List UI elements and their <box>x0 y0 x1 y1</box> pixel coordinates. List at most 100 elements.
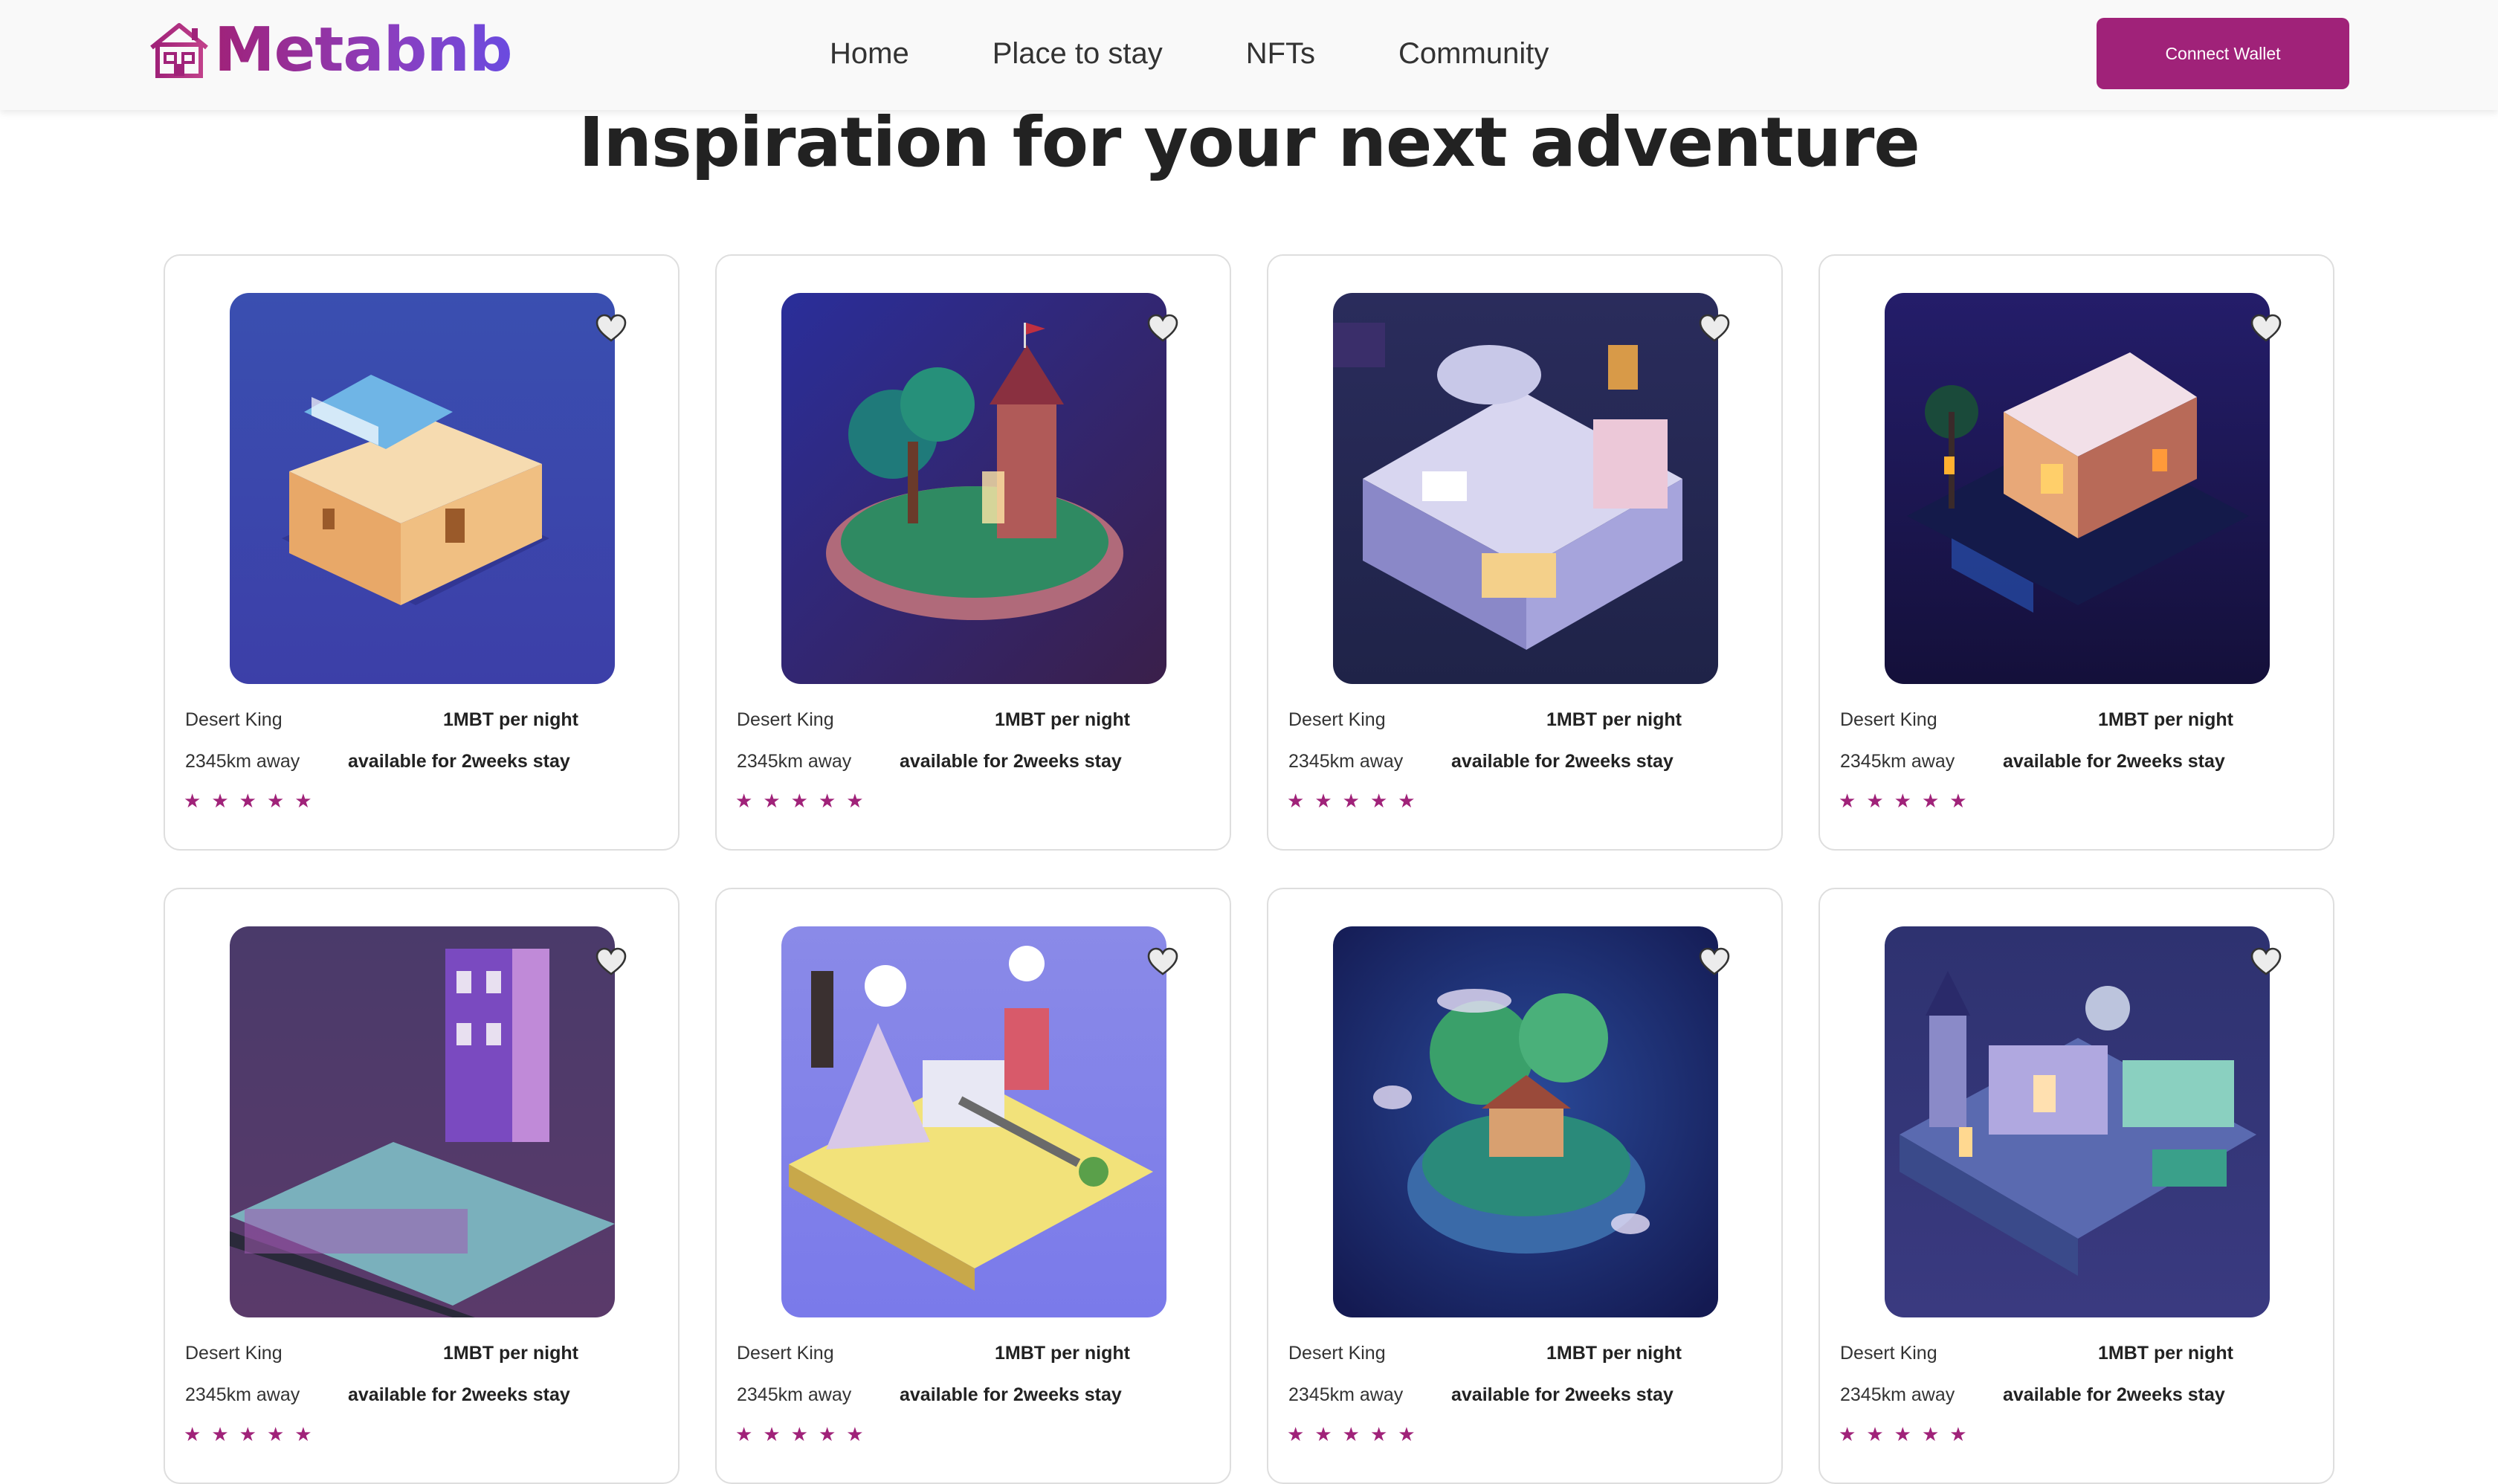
listing-name: Desert King <box>737 1343 834 1364</box>
listing-card[interactable]: Desert King 1MBT per night 2345km away a… <box>715 888 1231 1484</box>
listing-distance: 2345km away <box>185 1384 300 1405</box>
listing-card[interactable]: Desert King 1MBT per night 2345km away a… <box>715 254 1231 851</box>
nav-link-nfts[interactable]: NFTs <box>1246 37 1315 71</box>
nav-links: Home Place to stay NFTs Community <box>830 30 1549 77</box>
star-icon: ★ <box>1314 1423 1332 1445</box>
star-icon: ★ <box>1398 790 1416 812</box>
star-icon: ★ <box>1921 1423 1940 1445</box>
rating-stars: ★ ★ ★ ★ ★ <box>1839 791 1978 810</box>
listing-image[interactable] <box>781 293 1166 684</box>
star-icon: ★ <box>818 790 836 812</box>
listing-image[interactable] <box>1333 293 1718 684</box>
listing-availability: available for 2weeks stay <box>348 751 570 772</box>
star-icon: ★ <box>1894 1423 1911 1445</box>
star-icon: ★ <box>1866 790 1884 812</box>
star-icon: ★ <box>790 790 808 812</box>
listing-image[interactable] <box>1885 293 2270 684</box>
listing-name: Desert King <box>185 709 283 730</box>
listing-name: Desert King <box>1840 1343 1937 1364</box>
listing-distance: 2345km away <box>1288 751 1404 772</box>
listing-card[interactable]: Desert King 1MBT per night 2345km away a… <box>1818 254 2334 851</box>
star-icon: ★ <box>846 790 864 812</box>
listing-availability: available for 2weeks stay <box>2003 1384 2225 1405</box>
navbar: Metabnb Home Place to stay NFTs Communit… <box>0 0 2498 110</box>
star-icon: ★ <box>239 790 256 812</box>
star-icon: ★ <box>294 1423 312 1445</box>
star-icon: ★ <box>1342 1423 1360 1445</box>
listing-card[interactable]: Desert King 1MBT per night 2345km away a… <box>1818 888 2334 1484</box>
star-icon: ★ <box>211 1423 229 1445</box>
heart-icon[interactable] <box>2250 946 2282 978</box>
star-icon: ★ <box>294 790 312 812</box>
star-icon: ★ <box>1369 790 1388 812</box>
nav-link-community[interactable]: Community <box>1398 37 1549 71</box>
star-icon: ★ <box>1314 790 1332 812</box>
rating-stars: ★ ★ ★ ★ ★ <box>735 791 874 810</box>
star-icon: ★ <box>184 790 201 812</box>
star-icon: ★ <box>1342 790 1360 812</box>
rating-stars: ★ ★ ★ ★ ★ <box>184 1425 323 1444</box>
star-icon: ★ <box>763 790 781 812</box>
listing-distance: 2345km away <box>185 751 300 772</box>
listing-image[interactable] <box>230 293 615 684</box>
star-icon: ★ <box>266 790 285 812</box>
listing-card[interactable]: Desert King 1MBT per night 2345km away a… <box>1267 888 1783 1484</box>
listing-name: Desert King <box>1840 709 1937 730</box>
rating-stars: ★ ★ ★ ★ ★ <box>1287 791 1426 810</box>
listing-price: 1MBT per night <box>443 1343 578 1364</box>
page-title: Inspiration for your next adventure <box>578 103 1920 182</box>
listing-availability: available for 2weeks stay <box>1451 751 1674 772</box>
heart-icon[interactable] <box>595 946 627 978</box>
heart-icon[interactable] <box>595 312 627 345</box>
star-icon: ★ <box>266 1423 285 1445</box>
listing-price: 1MBT per night <box>1546 1343 1682 1364</box>
star-icon: ★ <box>1894 790 1911 812</box>
heart-icon[interactable] <box>2250 312 2282 345</box>
listing-card[interactable]: Desert King 1MBT per night 2345km away a… <box>1267 254 1783 851</box>
heart-icon[interactable] <box>1146 946 1179 978</box>
heart-icon[interactable] <box>1698 946 1731 978</box>
listing-name: Desert King <box>1288 1343 1386 1364</box>
listing-card[interactable]: Desert King 1MBT per night 2345km away a… <box>164 888 680 1484</box>
star-icon: ★ <box>184 1423 201 1445</box>
star-icon: ★ <box>239 1423 256 1445</box>
listing-price: 1MBT per night <box>443 709 578 730</box>
listing-card[interactable]: Desert King 1MBT per night 2345km away a… <box>164 254 680 851</box>
star-icon: ★ <box>818 1423 836 1445</box>
star-icon: ★ <box>1369 1423 1388 1445</box>
rating-stars: ★ ★ ★ ★ ★ <box>735 1425 874 1444</box>
listing-availability: available for 2weeks stay <box>900 751 1122 772</box>
nav-link-home[interactable]: Home <box>830 37 909 71</box>
nav-link-place-to-stay[interactable]: Place to stay <box>993 37 1163 71</box>
listing-price: 1MBT per night <box>995 1343 1130 1364</box>
listing-price: 1MBT per night <box>995 709 1130 730</box>
house-icon <box>150 23 208 78</box>
star-icon: ★ <box>211 790 229 812</box>
star-icon: ★ <box>1921 790 1940 812</box>
star-icon: ★ <box>763 1423 781 1445</box>
star-icon: ★ <box>1949 1423 1967 1445</box>
listing-price: 1MBT per night <box>1546 709 1682 730</box>
connect-wallet-button[interactable]: Connect Wallet <box>2097 18 2349 89</box>
heart-icon[interactable] <box>1698 312 1731 345</box>
listing-image[interactable] <box>1885 926 2270 1317</box>
listing-distance: 2345km away <box>1840 1384 1955 1405</box>
listing-availability: available for 2weeks stay <box>900 1384 1122 1405</box>
star-icon: ★ <box>1866 1423 1884 1445</box>
heart-icon[interactable] <box>1146 312 1179 345</box>
logo-text: Metabnb <box>214 15 513 86</box>
listing-image[interactable] <box>1333 926 1718 1317</box>
star-icon: ★ <box>1839 1423 1856 1445</box>
listing-distance: 2345km away <box>737 751 852 772</box>
listing-name: Desert King <box>1288 709 1386 730</box>
listing-availability: available for 2weeks stay <box>1451 1384 1674 1405</box>
logo[interactable]: Metabnb <box>149 15 513 86</box>
listing-distance: 2345km away <box>1840 751 1955 772</box>
star-icon: ★ <box>735 1423 753 1445</box>
listing-price: 1MBT per night <box>2098 709 2233 730</box>
star-icon: ★ <box>735 790 753 812</box>
listing-image[interactable] <box>781 926 1166 1317</box>
listing-image[interactable] <box>230 926 615 1317</box>
star-icon: ★ <box>1287 790 1305 812</box>
star-icon: ★ <box>1839 790 1856 812</box>
